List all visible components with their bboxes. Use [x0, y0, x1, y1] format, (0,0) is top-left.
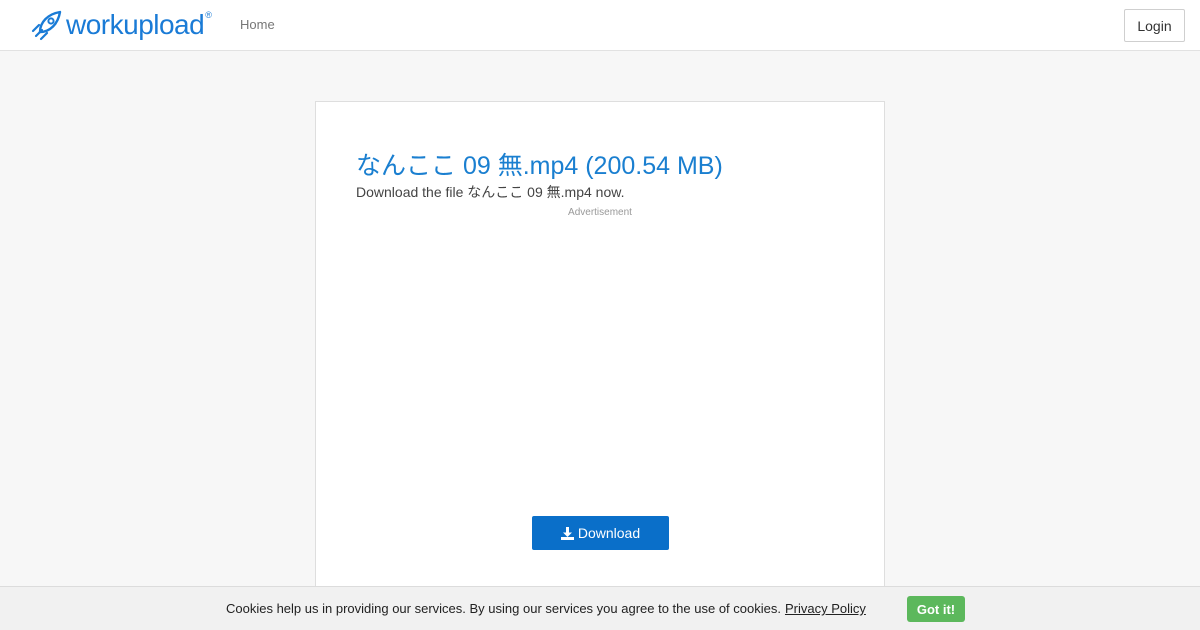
file-title: なんここ 09 無.mp4 (200.54 MB): [356, 152, 723, 180]
site-header: workupload ® Home Login: [0, 0, 1200, 51]
login-button[interactable]: Login: [1124, 9, 1185, 42]
registered-mark: ®: [205, 10, 212, 20]
file-card: なんここ 09 無.mp4 (200.54 MB) Download the f…: [315, 101, 885, 630]
cookie-text: Cookies help us in providing our service…: [226, 601, 781, 616]
logo-text: workupload: [66, 9, 205, 40]
got-it-button[interactable]: Got it!: [907, 596, 965, 622]
nav-home-link[interactable]: Home: [240, 17, 275, 32]
cookie-consent-bar: Cookies help us in providing our service…: [0, 586, 1200, 630]
privacy-policy-link[interactable]: Privacy Policy: [785, 601, 866, 616]
file-subtitle: Download the file なんここ 09 無.mp4 now.: [356, 184, 625, 200]
site-logo[interactable]: workupload ®: [30, 8, 212, 42]
download-icon: [560, 526, 574, 540]
rocket-icon: [31, 10, 62, 41]
download-button[interactable]: Download: [532, 516, 669, 550]
download-label: Download: [577, 525, 641, 541]
cookie-message: Cookies help us in providing our service…: [226, 601, 866, 616]
advertisement-label: Advertisement: [568, 207, 632, 218]
